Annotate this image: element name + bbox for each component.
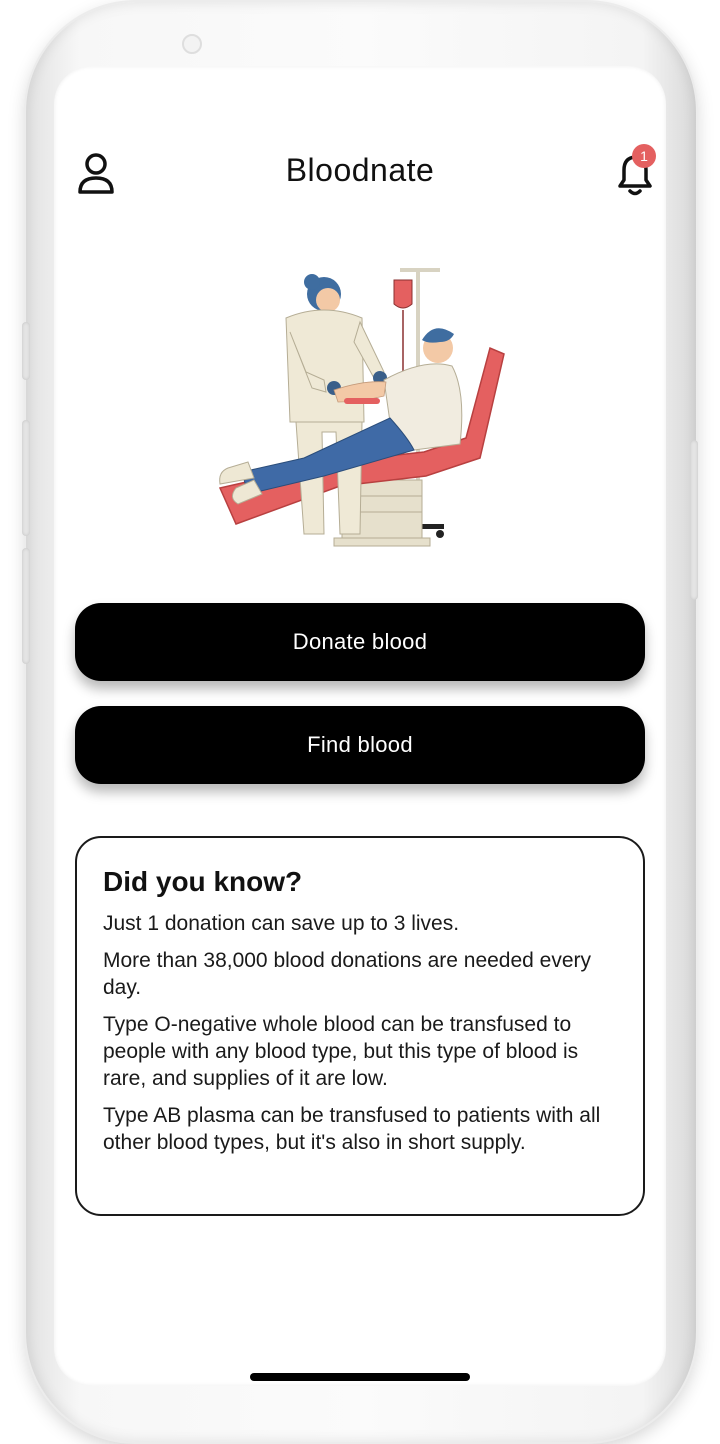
fact-item: Just 1 donation can save up to 3 lives. xyxy=(103,912,460,935)
donate-blood-button[interactable]: Donate blood xyxy=(75,603,645,681)
device-mockup: Bloodnate 1 Donate blood Find blood Did … xyxy=(0,0,720,1444)
blood-donation-illustration xyxy=(214,262,514,552)
phone-side-button xyxy=(22,322,30,380)
app-header: Bloodnate xyxy=(54,146,666,216)
fact-item: Type AB plasma can be transfused to pati… xyxy=(103,1104,601,1154)
app-title: Bloodnate xyxy=(285,152,435,188)
home-indicator[interactable] xyxy=(250,1373,470,1381)
phone-side-button xyxy=(22,420,30,536)
phone-side-button xyxy=(22,548,30,664)
front-camera xyxy=(182,34,202,54)
app-screen: Bloodnate 1 Donate blood Find blood Did … xyxy=(54,66,666,1386)
fact-item: More than 38,000 blood donations are nee… xyxy=(103,949,592,999)
card-title: Did you know? xyxy=(103,866,303,897)
fact-item: Type O-negative whole blood can be trans… xyxy=(103,1013,579,1090)
find-blood-button[interactable]: Find blood xyxy=(75,706,645,784)
did-you-know-card: Did you know? Just 1 donation can save u… xyxy=(75,836,645,1216)
notification-badge: 1 xyxy=(632,144,656,168)
phone-power-button xyxy=(690,440,698,600)
